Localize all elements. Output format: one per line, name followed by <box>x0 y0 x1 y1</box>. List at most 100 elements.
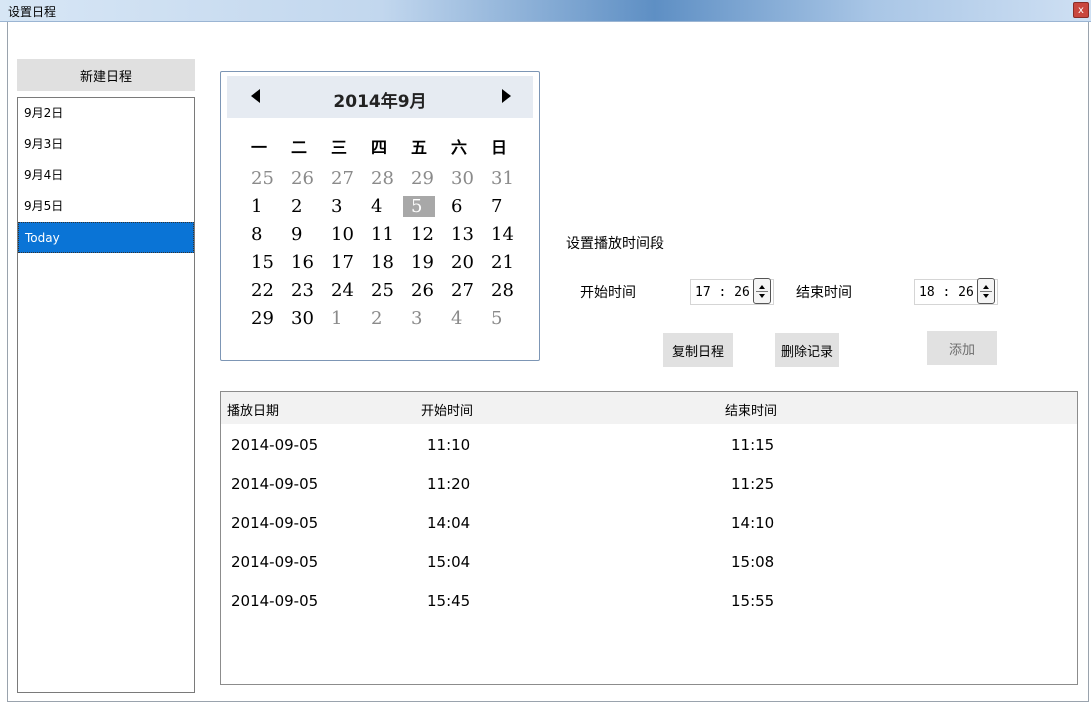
calendar-day-label[interactable]: 31 <box>491 168 514 189</box>
calendar-day[interactable]: 10 <box>325 224 365 252</box>
calendar-day-label[interactable]: 3 <box>411 308 422 329</box>
calendar-day-label[interactable]: 4 <box>371 196 382 217</box>
calendar-day-selected[interactable]: 5 <box>403 196 445 224</box>
calendar-day[interactable]: 23 <box>285 280 325 308</box>
calendar-day-label[interactable]: 8 <box>251 224 262 245</box>
calendar-day-label[interactable]: 4 <box>451 308 462 329</box>
column-header-end[interactable]: 结束时间 <box>725 400 777 419</box>
calendar-day-label[interactable]: 29 <box>251 308 274 329</box>
calendar-day[interactable]: 30 <box>445 168 485 196</box>
calendar-day[interactable]: 18 <box>365 252 405 280</box>
calendar-day-label[interactable]: 18 <box>371 252 394 273</box>
calendar-day-label[interactable]: 27 <box>451 280 474 301</box>
calendar-day[interactable]: 30 <box>285 308 325 336</box>
calendar-day-label[interactable]: 5 <box>491 308 502 329</box>
calendar-day[interactable]: 27 <box>445 280 485 308</box>
calendar-day[interactable]: 17 <box>325 252 365 280</box>
copy-schedule-button[interactable]: 复制日程 <box>663 333 733 367</box>
schedule-list-item[interactable]: 9月3日 <box>18 129 194 160</box>
calendar-day-label[interactable]: 19 <box>411 252 434 273</box>
calendar-day[interactable]: 25 <box>245 168 285 196</box>
calendar-day-label[interactable]: 1 <box>251 196 262 217</box>
calendar-day-label[interactable]: 30 <box>291 308 314 329</box>
calendar-day[interactable]: 7 <box>485 196 525 224</box>
calendar-day-label[interactable]: 25 <box>371 280 394 301</box>
calendar-day-label[interactable]: 26 <box>291 168 314 189</box>
calendar-day[interactable]: 22 <box>245 280 285 308</box>
schedule-list-item[interactable]: 9月4日 <box>18 160 194 191</box>
calendar-day[interactable]: 11 <box>365 224 405 252</box>
calendar-day[interactable]: 20 <box>445 252 485 280</box>
column-header-start[interactable]: 开始时间 <box>421 400 473 419</box>
calendar-day-label[interactable]: 26 <box>411 280 434 301</box>
calendar-day[interactable]: 3 <box>325 196 365 224</box>
schedule-list-item[interactable]: 9月2日 <box>18 98 194 129</box>
calendar-day[interactable]: 1 <box>325 308 365 336</box>
calendar-day-selected-label[interactable]: 5 <box>403 196 435 217</box>
delete-record-button[interactable]: 删除记录 <box>775 333 839 367</box>
calendar-day[interactable]: 4 <box>365 196 405 224</box>
end-time-value[interactable]: 18 : 26 <box>919 285 974 300</box>
calendar-day-label[interactable]: 16 <box>291 252 314 273</box>
calendar-day[interactable]: 27 <box>325 168 365 196</box>
table-row[interactable]: 2014-09-05 15:04 15:08 <box>221 545 1077 584</box>
calendar-day-label[interactable]: 7 <box>491 196 502 217</box>
calendar-day[interactable]: 26 <box>405 280 445 308</box>
calendar-day-label[interactable]: 6 <box>451 196 462 217</box>
calendar-day[interactable]: 9 <box>285 224 325 252</box>
calendar-day-label[interactable]: 29 <box>411 168 434 189</box>
calendar-day[interactable]: 5 <box>485 308 525 336</box>
calendar-day[interactable]: 6 <box>445 196 485 224</box>
next-month-icon[interactable] <box>502 89 511 103</box>
schedule-list-item-today[interactable]: Today <box>18 222 194 253</box>
calendar-day-label[interactable]: 3 <box>331 196 342 217</box>
calendar-day[interactable]: 12 <box>405 224 445 252</box>
calendar-day-label[interactable]: 10 <box>331 224 354 245</box>
calendar-day-label[interactable]: 24 <box>331 280 354 301</box>
schedule-list[interactable]: 9月2日 9月3日 9月4日 9月5日 Today <box>17 97 195 693</box>
calendar-day-label[interactable]: 9 <box>291 224 302 245</box>
end-time-spinner[interactable]: 18 : 26 <box>914 278 998 305</box>
calendar-day[interactable]: 21 <box>485 252 525 280</box>
calendar-day[interactable]: 15 <box>245 252 285 280</box>
calendar-day[interactable]: 28 <box>485 280 525 308</box>
calendar-day-label[interactable]: 20 <box>451 252 474 273</box>
spin-up-icon[interactable] <box>983 285 989 289</box>
spin-down-icon[interactable] <box>983 294 989 298</box>
column-header-date[interactable]: 播放日期 <box>227 400 279 419</box>
calendar-day-label[interactable]: 30 <box>451 168 474 189</box>
calendar-day-label[interactable]: 2 <box>371 308 382 329</box>
calendar-day[interactable]: 8 <box>245 224 285 252</box>
schedule-list-item[interactable]: 9月5日 <box>18 191 194 222</box>
calendar-day[interactable]: 24 <box>325 280 365 308</box>
table-row[interactable]: 2014-09-05 11:20 11:25 <box>221 467 1077 506</box>
table-row[interactable]: 2014-09-05 14:04 14:10 <box>221 506 1077 545</box>
start-time-value[interactable]: 17 : 26 <box>695 285 750 300</box>
calendar-day[interactable]: 3 <box>405 308 445 336</box>
calendar-day-label[interactable]: 28 <box>371 168 394 189</box>
calendar-day-label[interactable]: 14 <box>491 224 514 245</box>
calendar-day-label[interactable]: 2 <box>291 196 302 217</box>
calendar-day[interactable]: 26 <box>285 168 325 196</box>
calendar-day-label[interactable]: 15 <box>251 252 274 273</box>
calendar-day[interactable]: 31 <box>485 168 525 196</box>
calendar-day[interactable]: 2 <box>365 308 405 336</box>
add-button[interactable]: 添加 <box>927 331 997 365</box>
calendar-day[interactable]: 4 <box>445 308 485 336</box>
calendar-day-label[interactable]: 21 <box>491 252 514 273</box>
calendar-day[interactable]: 16 <box>285 252 325 280</box>
calendar-day-label[interactable]: 28 <box>491 280 514 301</box>
calendar-day-label[interactable]: 23 <box>291 280 314 301</box>
start-time-spin-buttons[interactable] <box>753 278 771 304</box>
calendar-day[interactable]: 13 <box>445 224 485 252</box>
calendar-day[interactable]: 25 <box>365 280 405 308</box>
table-row[interactable]: 2014-09-05 15:45 15:55 <box>221 584 1077 623</box>
table-row[interactable]: 2014-09-05 11:10 11:15 <box>221 428 1077 467</box>
calendar-day-label[interactable]: 22 <box>251 280 274 301</box>
calendar-day-label[interactable]: 11 <box>371 224 394 245</box>
end-time-spin-buttons[interactable] <box>977 278 995 304</box>
calendar-day-label[interactable]: 12 <box>411 224 434 245</box>
calendar-day-label[interactable]: 27 <box>331 168 354 189</box>
calendar-day-label[interactable]: 17 <box>331 252 354 273</box>
spin-down-icon[interactable] <box>759 294 765 298</box>
